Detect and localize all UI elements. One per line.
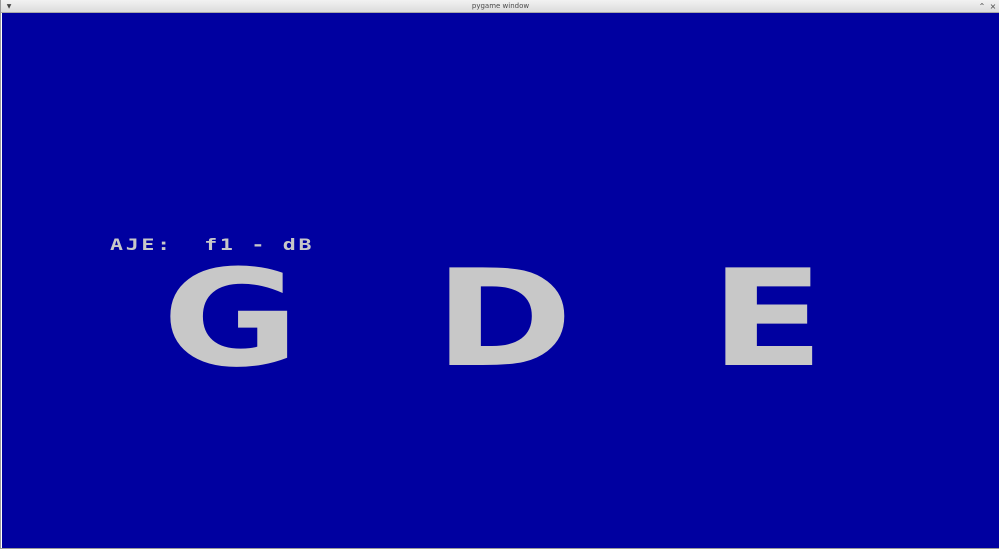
minimize-icon[interactable]: ⌃ xyxy=(977,0,987,13)
window-title: pygame window xyxy=(471,2,530,10)
letter-3: E xyxy=(710,241,825,397)
letter-1: G xyxy=(162,241,300,397)
letter-2: D xyxy=(434,241,574,397)
title-bar[interactable]: ▼ pygame window ⌃ × xyxy=(1,0,999,13)
app-window: ▼ pygame window ⌃ × AJE: f1 - dB G D E xyxy=(0,0,999,549)
close-icon[interactable]: × xyxy=(988,0,998,13)
game-canvas[interactable]: AJE: f1 - dB G D E xyxy=(2,13,999,548)
